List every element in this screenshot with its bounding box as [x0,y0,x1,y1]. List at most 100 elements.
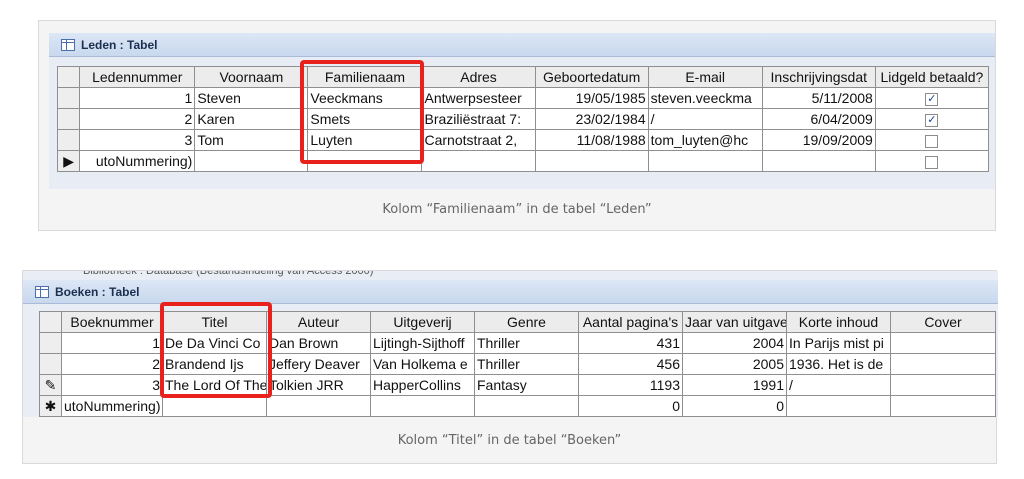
new-record-asterisk-icon[interactable]: ✱ [39,395,62,417]
cell-titel[interactable] [162,395,267,417]
cell-uitgeverij[interactable] [370,395,475,417]
cell-inschrijvingsdatum[interactable]: 5/11/2008 [761,87,876,109]
cell-geboortedatum[interactable]: 19/05/1985 [534,87,649,109]
cell-familienaam[interactable]: Veeckmans [307,87,423,109]
cell-cover[interactable] [890,353,996,375]
cell-lidgeld-betaald[interactable]: ✓ [874,108,990,130]
cell-genre[interactable] [474,395,579,417]
cell-genre[interactable]: Thriller [474,332,579,354]
cell-titel[interactable]: De Da Vinci Co [162,332,267,354]
cell-titel[interactable]: Brandend Ijs [162,353,267,375]
current-record-arrow-icon[interactable]: ▶ [56,150,81,172]
column-header-familienaam[interactable]: Familienaam [307,66,423,88]
record-selector[interactable] [39,353,62,375]
cell-aantal-paginas[interactable]: 0 [578,395,683,417]
record-selector[interactable] [56,108,81,130]
cell-geboortedatum[interactable]: 11/08/1988 [534,129,649,151]
select-all-cell[interactable] [39,311,62,333]
column-header[interactable]: Genre [474,311,579,333]
column-header[interactable]: Aantal pagina's [578,311,683,333]
cell-ledennummer[interactable]: 1 [79,87,196,109]
cell-adres[interactable]: Braziliëstraat 7: [421,108,536,130]
column-header[interactable]: Korte inhoud [786,311,891,333]
cell-email[interactable]: / [647,108,763,130]
cell-voornaam[interactable]: Tom [194,129,309,151]
cell-korte-inhoud[interactable]: In Parijs mist pi [786,332,891,354]
cell-voornaam[interactable]: Steven [194,87,309,109]
select-all-cell[interactable] [56,66,81,88]
cell-aantal-paginas[interactable]: 1193 [578,374,683,396]
cell-geboortedatum[interactable]: 23/02/1984 [534,108,649,130]
record-selector[interactable] [39,332,62,354]
cell-email[interactable] [647,150,763,172]
cell-adres[interactable]: Antwerpsesteer [421,87,536,109]
cell-genre[interactable]: Thriller [474,353,579,375]
cell-korte-inhoud[interactable]: 1936. Het is de [786,353,891,375]
cell-boeknummer[interactable]: 3 [61,374,163,396]
column-header[interactable]: Boeknummer [61,311,163,333]
cell-boeknummer[interactable]: utoNummering) [61,395,163,417]
cell-inschrijvingsdatum[interactable]: 6/04/2009 [761,108,876,130]
cell-adres[interactable] [421,150,536,172]
checkbox[interactable] [925,134,939,148]
cell-uitgeverij[interactable]: Lijtingh-Sijthoff [370,332,475,354]
cell-uitgeverij[interactable]: Van Holkema e [370,353,475,375]
cell-aantal-paginas[interactable]: 456 [578,353,683,375]
column-header-titel[interactable]: Titel [162,311,267,333]
cell-boeknummer[interactable]: 2 [61,353,163,375]
column-header[interactable]: Uitgeverij [370,311,475,333]
cell-inschrijvingsdatum[interactable] [761,150,876,172]
cell-jaar[interactable]: 1991 [682,374,787,396]
checkbox[interactable]: ✓ [925,113,939,127]
cell-jaar[interactable]: 2005 [682,353,787,375]
cell-aantal-paginas[interactable]: 431 [578,332,683,354]
cell-geboortedatum[interactable] [534,150,649,172]
cell-uitgeverij[interactable]: HapperCollins [370,374,475,396]
cell-adres[interactable]: Carnotstraat 2, [421,129,536,151]
record-selector[interactable] [56,87,81,109]
cell-titel[interactable]: The Lord Of The [162,374,267,396]
column-header[interactable]: Lidgeld betaald? [874,66,990,88]
checkbox[interactable] [925,155,939,169]
record-selector[interactable] [56,129,81,151]
cell-auteur[interactable]: Tolkien JRR [266,374,371,396]
cell-korte-inhoud[interactable]: / [786,374,891,396]
cell-korte-inhoud[interactable] [786,395,891,417]
cell-email[interactable]: steven.veeckma [647,87,763,109]
cell-familienaam[interactable] [307,150,423,172]
column-header[interactable]: Inschrijvingsdat [761,66,876,88]
column-header[interactable]: Jaar van uitgave [682,311,787,333]
checkbox[interactable]: ✓ [925,92,939,106]
cell-ledennummer[interactable]: utoNummering) [79,150,196,172]
cell-cover[interactable] [890,374,996,396]
cell-voornaam[interactable]: Karen [194,108,309,130]
cell-familienaam[interactable]: Smets [307,108,423,130]
column-header[interactable]: Geboortedatum [534,66,649,88]
cell-auteur[interactable]: Dan Brown [266,332,371,354]
cell-ledennummer[interactable]: 2 [79,108,196,130]
column-header[interactable]: E-mail [647,66,763,88]
cell-inschrijvingsdatum[interactable]: 19/09/2009 [761,129,876,151]
cell-lidgeld-betaald[interactable]: ✓ [874,87,990,109]
column-header[interactable]: Adres [421,66,536,88]
column-header[interactable]: Voornaam [194,66,309,88]
leden-datasheet[interactable]: Ledennummer Voornaam Familienaam Adres G… [56,66,990,172]
pencil-edit-icon[interactable]: ✎ [39,374,62,396]
cell-ledennummer[interactable]: 3 [79,129,196,151]
cell-lidgeld-betaald[interactable] [874,129,990,151]
cell-boeknummer[interactable]: 1 [61,332,163,354]
cell-cover[interactable] [890,332,996,354]
cell-genre[interactable]: Fantasy [474,374,579,396]
column-header[interactable]: Cover [890,311,996,333]
column-header[interactable]: Ledennummer [79,66,196,88]
cell-auteur[interactable] [266,395,371,417]
cell-familienaam[interactable]: Luyten [307,129,423,151]
cell-cover[interactable] [890,395,996,417]
cell-jaar[interactable]: 2004 [682,332,787,354]
cell-jaar[interactable]: 0 [682,395,787,417]
cell-auteur[interactable]: Jeffery Deaver [266,353,371,375]
cell-email[interactable]: tom_luyten@hc [647,129,763,151]
boeken-datasheet[interactable]: Boeknummer Titel Auteur Uitgeverij Genre… [39,311,996,417]
column-header[interactable]: Auteur [266,311,371,333]
cell-lidgeld-betaald[interactable] [874,150,990,172]
